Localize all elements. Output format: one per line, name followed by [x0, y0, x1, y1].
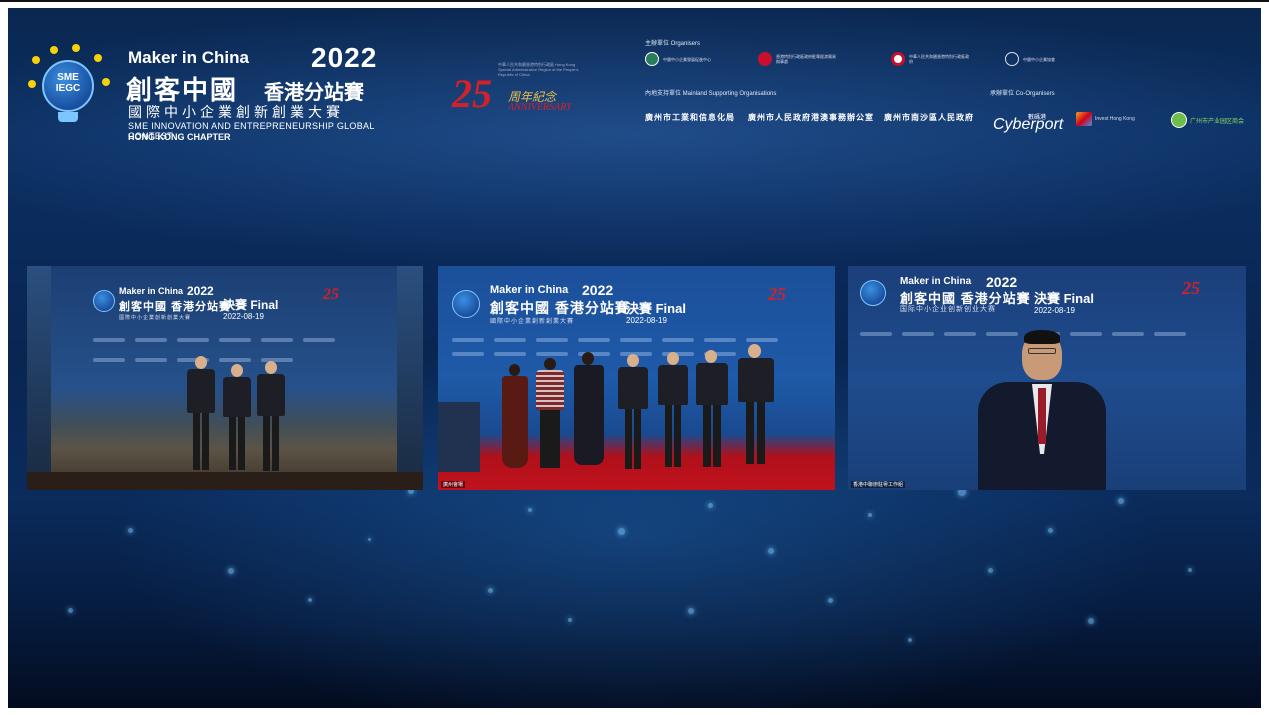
- panel-date: 2022-08-19: [1034, 306, 1075, 315]
- organiser-emblem-icon: [645, 52, 659, 66]
- yellow-dot-icon: [72, 44, 80, 52]
- bokeh-particle: [828, 598, 833, 603]
- panel-maker-label: Maker in China: [490, 284, 569, 296]
- video-panel-hong-kong: Maker in China 2022 創客中國 香港分站賽 決賽 Final …: [27, 266, 423, 490]
- yellow-dot-icon: [32, 56, 40, 64]
- panel-maker-label: Maker in China: [900, 276, 972, 287]
- video-panel-guangzhou: Maker in China 2022 創客中國 香港分站賽 國際中小企業創新創…: [438, 266, 835, 490]
- bokeh-particle: [988, 568, 993, 573]
- yellow-dot-icon: [50, 46, 58, 54]
- panel-date: 2022-08-19: [626, 316, 667, 325]
- panel-title-cn: 創客中國 香港分站賽: [119, 301, 232, 313]
- investhk-logo: Invest Hong Kong: [1076, 112, 1135, 126]
- bokeh-particle: [568, 618, 572, 622]
- panel-date: 2022-08-19: [223, 312, 264, 321]
- organiser-item: 香港特別行政區政府駐粵經濟貿易辦事處: [758, 52, 836, 66]
- year-label: 2022: [311, 42, 378, 73]
- bokeh-particle: [1048, 528, 1053, 533]
- mainland-supporting-item: 廣州市南沙區人民政府: [884, 113, 974, 122]
- panel-title-cn: 創客中國 香港分站賽: [490, 300, 630, 316]
- panel-final: 決賽 Final: [1034, 291, 1094, 306]
- hksar-emblem-icon: [891, 52, 905, 66]
- anniversary-en: ANNIVERSARY: [508, 102, 572, 113]
- lightbulb-icon: [93, 290, 115, 312]
- bokeh-particle: [308, 598, 312, 602]
- panel-organiser-logos: [452, 352, 736, 358]
- cacsme-logo-icon: [1005, 52, 1019, 66]
- co-organisers-label: 承辦單位 Co-Organisers: [990, 91, 1055, 97]
- bokeh-particle: [68, 608, 73, 613]
- organiser-item: 中華人民共和國香港特別行政區政府: [891, 52, 969, 66]
- organiser-item: 中國中小企業協會: [1005, 52, 1083, 66]
- sme-iegc-badge: SME IEGC: [55, 72, 81, 94]
- bokeh-particle: [1118, 498, 1124, 504]
- panel-final: 決賽 Final: [626, 301, 686, 316]
- bokeh-particle: [1188, 568, 1192, 572]
- bokeh-particle: [128, 528, 133, 533]
- anniversary-number: 25: [452, 71, 492, 116]
- mainland-supporting-item: 廣州市工業和信息化局: [645, 113, 735, 122]
- top-border-line: [0, 0, 1269, 2]
- bokeh-particle: [488, 588, 493, 593]
- chamber-icon: [1171, 112, 1187, 128]
- cyberport-logo: Cyberport: [993, 116, 1064, 133]
- yellow-dot-icon: [94, 54, 102, 62]
- panel-anniversary: 25: [768, 284, 786, 304]
- bokeh-particle: [688, 608, 694, 614]
- yellow-dot-icon: [102, 78, 110, 86]
- panel-anniversary: 25: [323, 286, 339, 303]
- panel-organiser-logos: [860, 332, 1186, 338]
- guangzhou-park-chamber-logo: 广州市产业园区商会: [1171, 112, 1244, 128]
- anniversary-tiny-text: 中華人民共和國香港特別行政區 Hong Kong Special Adminis…: [498, 62, 579, 77]
- panel-organiser-logos: [93, 358, 293, 364]
- mainland-supporting-label: 內地支持單位 Mainland Supporting Organisations: [645, 91, 777, 97]
- panel-organiser-logos: [452, 338, 778, 344]
- bokeh-particle: [528, 508, 532, 512]
- bokeh-particle: [868, 513, 872, 517]
- panel-year: 2022: [582, 282, 614, 298]
- chapter-en: HONG KONG CHAPTER: [128, 132, 231, 142]
- mainland-supporting-item: 廣州市人民政府港澳事務辦公室: [748, 113, 874, 122]
- panel-subtitle: 國際中小企業創新創業大賽: [119, 315, 192, 321]
- bokeh-particle: [618, 528, 625, 535]
- panel-anniversary: 25: [1182, 278, 1200, 298]
- bokeh-particle: [368, 538, 371, 541]
- panel-caption: 香港中聯辦駐粵工作組: [851, 481, 906, 488]
- video-frame: SME IEGC Maker in China 2022 創客中國 香港分站賽 …: [8, 8, 1261, 708]
- panel-year: 2022: [187, 284, 214, 298]
- anniversary-logo: 中華人民共和國香港特別行政區 Hong Kong Special Adminis…: [446, 60, 586, 120]
- bauhinia-emblem-icon: [758, 52, 772, 66]
- organiser-item: 中國中小企業發展促進中心: [645, 52, 723, 66]
- contest-logo-block: SME IEGC Maker in China 2022 創客中國 香港分站賽 …: [28, 38, 388, 142]
- organisers-label: 主辦單位 Organisers: [645, 41, 701, 47]
- video-panel-speaker: Maker in China 2022 創客中國 香港分站賽 国际中小企业创新创…: [848, 266, 1246, 490]
- bokeh-particle: [1088, 618, 1094, 624]
- panel-subtitle: 國際中小企業創新創業大賽: [490, 319, 575, 325]
- maker-in-china-label: Maker in China: [128, 48, 249, 67]
- subtitle-cn: 國際中小企業創新創業大賽: [128, 104, 344, 120]
- bokeh-particle: [228, 568, 234, 574]
- panel-caption: 廣州會場: [441, 481, 466, 488]
- panel-final: 決賽 Final: [223, 298, 279, 312]
- bokeh-particle: [708, 503, 713, 508]
- chapter-cn: 香港分站賽: [264, 82, 364, 104]
- panel-organiser-logos: [93, 338, 335, 344]
- bokeh-particle: [768, 548, 774, 554]
- yellow-dot-icon: [28, 80, 36, 88]
- lightbulb-icon: [860, 280, 886, 306]
- bokeh-particle: [908, 638, 912, 642]
- lightbulb-icon: SME IEGC: [28, 44, 110, 122]
- panel-maker-label: Maker in China: [119, 286, 184, 296]
- investhk-icon: [1076, 112, 1092, 126]
- lightbulb-icon: [452, 290, 480, 318]
- panel-subtitle: 国际中小企业创新创业大赛: [900, 306, 996, 313]
